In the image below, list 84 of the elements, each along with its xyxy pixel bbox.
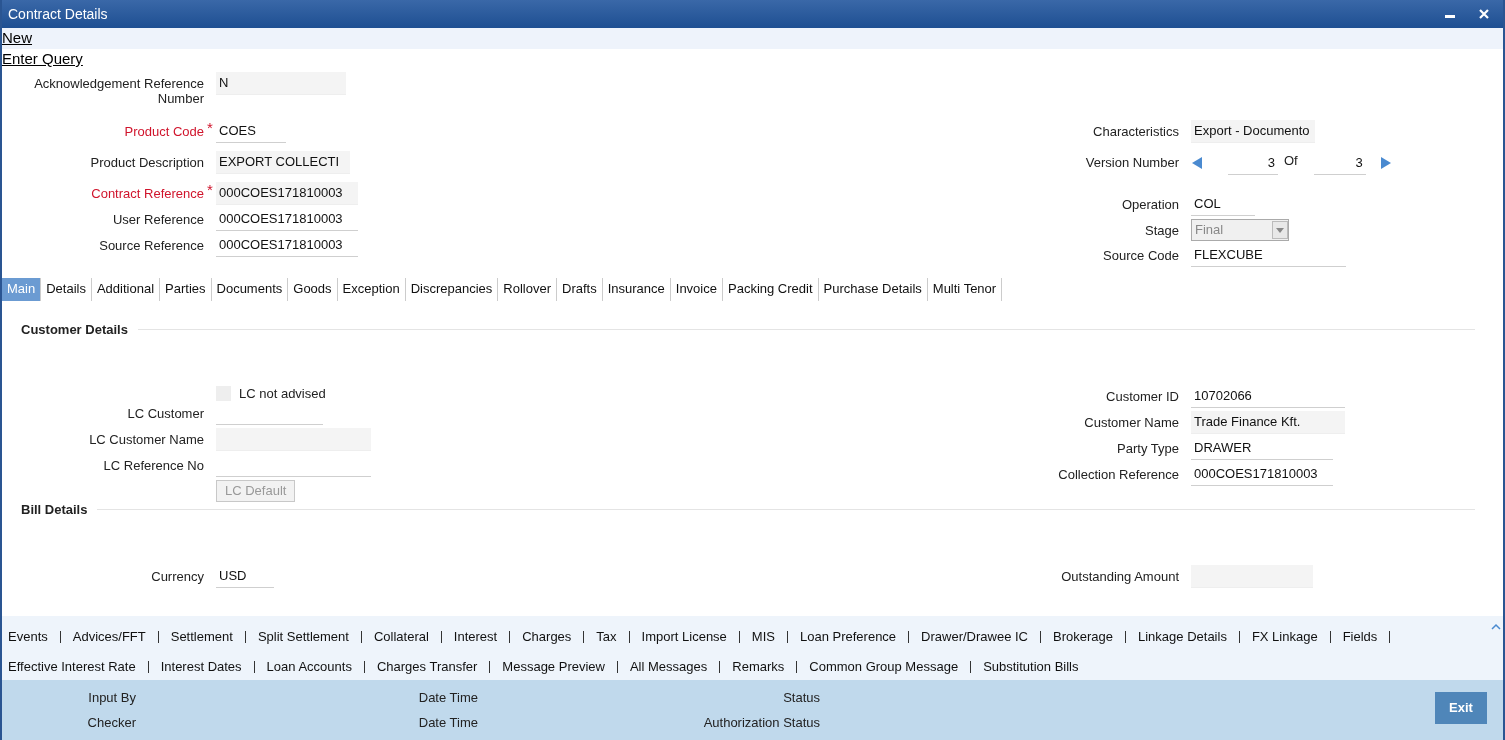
tab[interactable]: Multi Tenor: [927, 278, 1003, 301]
close-icon[interactable]: [1479, 9, 1489, 19]
field-label: Source Reference: [99, 237, 204, 255]
field-label: Collection Reference: [1058, 465, 1179, 484]
scroll-up-icon[interactable]: [1491, 623, 1501, 630]
footer-link[interactable]: Brokerage: [1053, 627, 1113, 647]
field-label: Characteristics: [1093, 123, 1179, 141]
field-label: Contract Reference: [91, 185, 204, 203]
input-field[interactable]: Trade Finance Kft.: [1191, 410, 1345, 434]
footer-link[interactable]: Interest: [453, 627, 498, 647]
input-field[interactable]: 000COES171810003: [216, 182, 358, 205]
footer-link[interactable]: Charges: [522, 627, 572, 647]
tab[interactable]: Purchase Details: [818, 278, 928, 301]
required-mark: *: [206, 182, 214, 198]
field-label: Product Description: [90, 154, 204, 172]
footer-link[interactable]: Charges Transfer: [376, 657, 478, 677]
tab[interactable]: Discrepancies: [405, 278, 499, 301]
audit-label: Checker: [87, 714, 136, 732]
footer-link[interactable]: Collateral: [373, 627, 429, 647]
audit-label: Authorization Status: [703, 714, 820, 732]
field-label: Customer ID: [1106, 387, 1179, 406]
tab[interactable]: Exception: [337, 278, 406, 301]
footer-link[interactable]: Loan Accounts: [266, 657, 352, 677]
exit-button[interactable]: Exit: [1435, 692, 1487, 724]
footer-link[interactable]: Advices/FFT: [72, 627, 146, 647]
footer-link[interactable]: FX Linkage: [1251, 627, 1318, 647]
footer-link[interactable]: Drawer/Drawee IC: [921, 627, 1028, 647]
field-label: Operation: [1121, 196, 1179, 214]
tab[interactable]: Parties: [160, 278, 212, 301]
field-label: Product Code: [124, 123, 204, 141]
tab[interactable]: Rollover: [498, 278, 557, 301]
footer-link[interactable]: Effective Interest Rate: [8, 657, 136, 677]
footer-link[interactable]: Settlement: [170, 627, 233, 647]
footer-link[interactable]: Events: [8, 627, 48, 647]
footer-link[interactable]: Tax: [596, 627, 617, 647]
footer-link[interactable]: Linkage Details: [1138, 627, 1227, 647]
tab[interactable]: Details: [41, 278, 92, 301]
of-label: Of: [1284, 152, 1298, 170]
tab[interactable]: Drafts: [557, 278, 603, 301]
field-label: User Reference: [112, 211, 204, 229]
tab[interactable]: Invoice: [670, 278, 723, 301]
footer-link[interactable]: Substitution Bills: [983, 657, 1079, 677]
section-title: Bill Details: [21, 500, 88, 519]
checkbox-label: LC not advised: [239, 384, 326, 403]
field-label: LC Customer Name: [89, 430, 204, 449]
next-arrow-icon[interactable]: [1379, 156, 1392, 170]
action-link[interactable]: New: [2, 28, 32, 47]
field-label: Source Code: [1103, 247, 1179, 265]
footer-link[interactable]: Common Group Message: [809, 657, 959, 677]
footer-link[interactable]: Interest Dates: [160, 657, 242, 677]
input-field[interactable]: EXPORT COLLECTI: [216, 151, 350, 174]
window-title: Contract Details: [8, 4, 108, 24]
input-field[interactable]: N: [216, 72, 346, 95]
footer-link[interactable]: Import License: [641, 627, 727, 647]
tab[interactable]: Additional: [91, 278, 161, 301]
field-label: Acknowledgement Reference Number: [33, 75, 204, 108]
audit-label: Date Time: [418, 689, 478, 707]
footer-link[interactable]: Message Preview: [502, 657, 605, 677]
footer-link[interactable]: Loan Preference: [799, 627, 897, 647]
footer-link[interactable]: Fields: [1342, 627, 1378, 647]
footer-link[interactable]: Split Settlement: [257, 627, 349, 647]
field-label: Currency: [151, 568, 204, 586]
tab[interactable]: Packing Credit: [723, 278, 819, 301]
tab[interactable]: Goods: [288, 278, 338, 301]
field-label: Stage: [1145, 222, 1179, 240]
footer-link[interactable]: All Messages: [629, 657, 708, 677]
field-label: Version Number: [1085, 154, 1179, 172]
previous-arrow-icon[interactable]: [1191, 156, 1203, 170]
field-label: LC Customer: [127, 404, 204, 423]
audit-label: Status: [782, 689, 820, 707]
action-link[interactable]: Enter Query: [2, 49, 83, 68]
required-mark: *: [206, 120, 214, 136]
tab[interactable]: Documents: [211, 278, 289, 301]
input-field[interactable]: Export - Documento: [1191, 120, 1315, 143]
footer-link[interactable]: MIS: [751, 627, 775, 647]
footer-link[interactable]: Remarks: [732, 657, 785, 677]
section-title: Customer Details: [21, 321, 128, 339]
audit-label: Input By: [87, 689, 136, 707]
field-label: Customer Name: [1084, 413, 1179, 432]
field-label: LC Reference No: [103, 456, 204, 475]
field-label: Outstanding Amount: [1061, 568, 1179, 586]
field-label: Party Type: [1117, 439, 1179, 458]
audit-label: Date Time: [418, 714, 478, 732]
tab[interactable]: Insurance: [602, 278, 671, 301]
